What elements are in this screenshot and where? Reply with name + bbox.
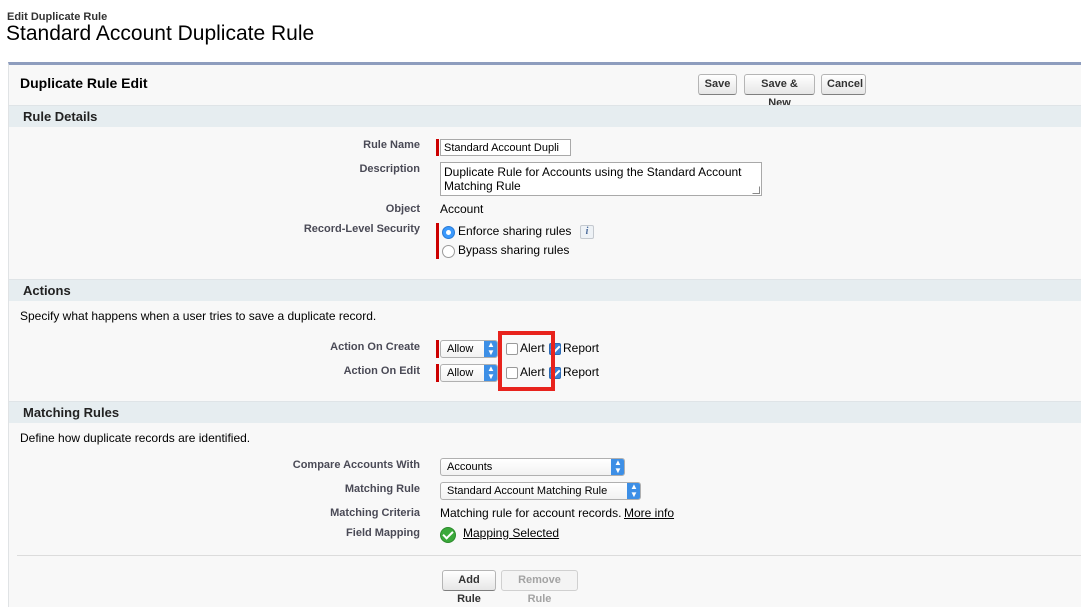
required-indicator: [436, 223, 439, 259]
section-title: Matching Rules: [23, 405, 120, 420]
section-title: Rule Details: [23, 109, 98, 124]
select-value: Accounts: [447, 461, 493, 473]
page-title: Standard Account Duplicate Rule: [6, 22, 315, 45]
resize-grip-icon[interactable]: [752, 186, 760, 194]
duplicate-rule-edit-panel: Duplicate Rule Edit Save Save & New Canc…: [8, 62, 1081, 607]
section-title: Actions: [23, 283, 71, 298]
info-icon[interactable]: i: [580, 225, 594, 239]
save-button[interactable]: Save: [698, 74, 737, 95]
section-rule-details: Rule Details: [9, 105, 1081, 127]
required-indicator: [436, 364, 439, 382]
action-on-edit-label: Action On Edit: [343, 365, 420, 377]
panel-header: Duplicate Rule Edit Save Save & New Canc…: [9, 65, 1081, 109]
compare-accounts-with-label: Compare Accounts With: [292, 459, 420, 471]
divider: [17, 555, 1081, 556]
actions-description: Specify what happens when a user tries t…: [20, 309, 377, 323]
matching-rules-description: Define how duplicate records are identif…: [20, 431, 251, 445]
action-on-edit-select[interactable]: Allow ▲ ▼: [440, 364, 498, 382]
chevron-updown-icon: ▲ ▼: [484, 365, 497, 381]
description-label: Description: [359, 163, 420, 175]
remove-rule-button[interactable]: Remove Rule: [501, 570, 578, 605]
section-actions: Actions: [9, 279, 1081, 301]
highlight-annotation: [498, 331, 555, 391]
required-indicator: [436, 340, 439, 358]
report-on-create-label: Report: [563, 341, 600, 355]
section-matching-rules: Matching Rules: [9, 401, 1081, 423]
enforce-sharing-radio[interactable]: [442, 226, 455, 239]
matching-rule-select[interactable]: Standard Account Matching Rule ▲ ▼: [440, 482, 641, 500]
panel-title: Duplicate Rule Edit: [20, 75, 148, 91]
matching-criteria-label: Matching Criteria: [330, 507, 420, 519]
object-value: Account: [440, 202, 484, 216]
object-label: Object: [385, 203, 420, 215]
compare-accounts-with-select[interactable]: Accounts ▲ ▼: [440, 458, 625, 476]
rule-name-input[interactable]: Standard Account Dupli: [440, 139, 571, 156]
description-textarea[interactable]: Duplicate Rule for Accounts using the St…: [440, 162, 762, 196]
save-and-new-button[interactable]: Save & New: [744, 74, 815, 109]
more-info-link[interactable]: More info: [624, 506, 674, 520]
description-text: Duplicate Rule for Accounts using the St…: [444, 165, 742, 193]
record-level-security-label: Record-Level Security: [303, 223, 420, 235]
action-on-create-select[interactable]: Allow ▲ ▼: [440, 340, 498, 358]
matching-criteria-value: Matching rule for account records.: [440, 506, 622, 520]
select-value: Allow: [447, 367, 474, 379]
bypass-sharing-label[interactable]: Bypass sharing rules: [458, 243, 569, 257]
chevron-updown-icon: ▲ ▼: [627, 483, 640, 499]
matching-rule-label: Matching Rule: [344, 483, 420, 495]
select-value: Allow: [447, 343, 474, 355]
action-on-create-label: Action On Create: [330, 341, 420, 353]
field-mapping-label: Field Mapping: [346, 527, 420, 539]
enforce-sharing-label[interactable]: Enforce sharing rules: [458, 224, 571, 238]
report-on-edit-label: Report: [563, 365, 600, 379]
add-rule-button[interactable]: Add Rule: [442, 570, 496, 605]
cancel-button[interactable]: Cancel: [821, 74, 866, 95]
chevron-updown-icon: ▲ ▼: [484, 341, 497, 357]
mapping-selected-link[interactable]: Mapping Selected: [463, 526, 559, 540]
required-indicator: [436, 139, 439, 156]
rule-name-label: Rule Name: [363, 139, 420, 151]
chevron-updown-icon: ▲ ▼: [611, 459, 624, 475]
select-value: Standard Account Matching Rule: [447, 485, 608, 497]
check-circle-icon: [440, 527, 456, 543]
bypass-sharing-radio[interactable]: [442, 245, 455, 258]
